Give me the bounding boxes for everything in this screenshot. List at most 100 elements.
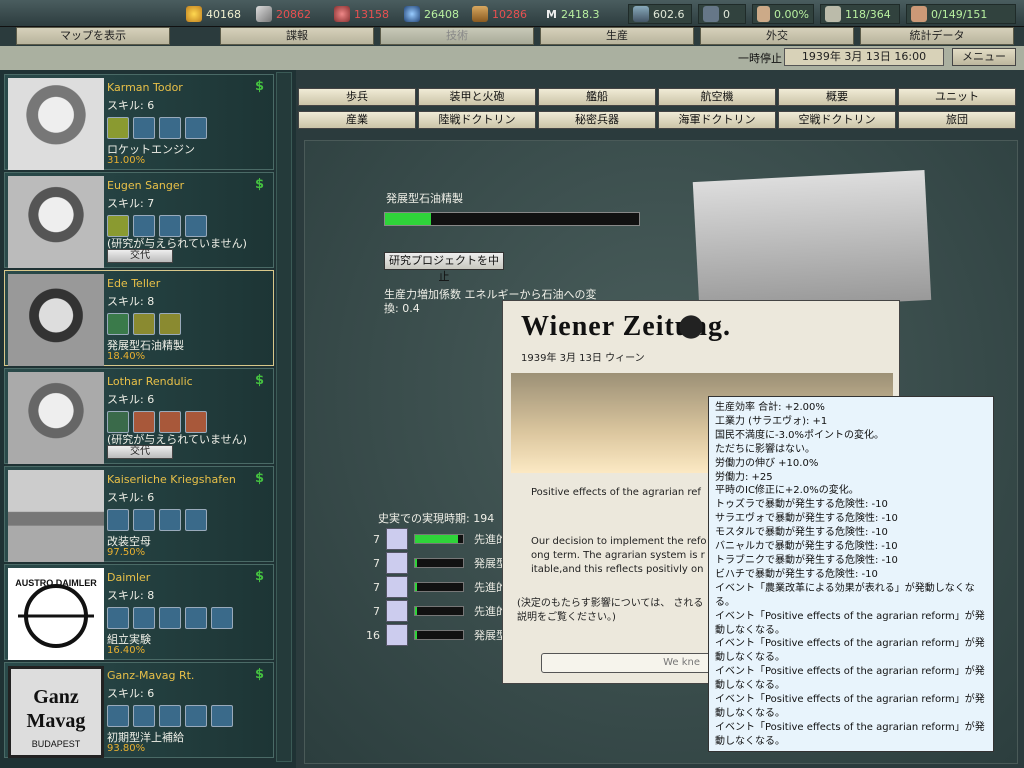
category-naval[interactable]: 艦船 xyxy=(538,88,656,106)
transports-display[interactable]: 0 xyxy=(698,4,746,24)
tab-statistics[interactable]: 統計データ xyxy=(860,27,1014,45)
research-progress-bar xyxy=(384,212,640,226)
logo-text: Ganz xyxy=(33,686,79,708)
tooltip-line: ビハチで暴動が発生する危険性: -10 xyxy=(715,568,878,580)
scientist-card-karman-todor[interactable]: Karman Todor $ スキル: 6 ロケットエンジン 31.00% xyxy=(4,74,274,170)
dollar-icon: $ xyxy=(255,569,265,584)
logo-text: Mavag xyxy=(27,710,86,732)
gears-icon xyxy=(159,509,181,531)
resource-money[interactable]: M 2418.3 xyxy=(546,5,599,23)
resource-rare-materials[interactable]: 13158 xyxy=(334,5,389,23)
tab-map[interactable]: マップを表示 xyxy=(16,27,170,45)
manpower-display[interactable]: 602.6 xyxy=(628,4,692,24)
scientist-portrait xyxy=(8,274,104,366)
prerequisite-row[interactable]: 7 発展型 xyxy=(366,552,507,574)
tooltip-line: ただちに影響はない。 xyxy=(715,443,815,455)
scientist-portrait xyxy=(8,176,104,268)
swap-button[interactable]: 交代 xyxy=(107,249,173,263)
prerequisite-progress-bar xyxy=(414,534,464,544)
tooltip-line: 工業力 (サラエヴォ): +1 xyxy=(715,415,828,427)
tooltip-line: イベント「農業改革による効果が表れる」が発動しなくなる。 xyxy=(715,582,975,608)
tooltip-line: イベント「Positive effects of the agrarian re… xyxy=(715,721,985,747)
flask-icon xyxy=(386,552,408,574)
category-secret-weapons[interactable]: 秘密兵器 xyxy=(538,111,656,129)
category-units[interactable]: ユニット xyxy=(898,88,1016,106)
prerequisite-progress-bar xyxy=(414,582,464,592)
supply-crate-icon xyxy=(472,6,488,22)
scientist-card-eugen-sanger[interactable]: Eugen Sanger $ スキル: 7 (研究が与えられていません) 交代 xyxy=(4,172,274,268)
soldiers-icon xyxy=(633,6,649,22)
tooltip-line: イベント「Positive effects of the agrarian re… xyxy=(715,638,985,664)
pause-label[interactable]: 一時停止 xyxy=(702,50,782,65)
star-icon xyxy=(185,705,207,727)
flask-icon xyxy=(386,600,408,622)
dollar-icon: $ xyxy=(255,373,265,388)
logo-text: AUSTRO DAIMLER xyxy=(15,578,97,588)
resource-oil[interactable]: 26408 xyxy=(404,5,459,23)
command-icon xyxy=(185,411,207,433)
wrench-icon xyxy=(107,607,129,629)
tooltip-line: トラブニクで暴動が発生する危険性: -10 xyxy=(715,554,898,566)
resource-metal[interactable]: 20862 xyxy=(256,5,311,23)
tab-diplomacy[interactable]: 外交 xyxy=(700,27,854,45)
prerequisite-row[interactable]: 7 先進的 xyxy=(366,528,507,550)
tab-production[interactable]: 生産 xyxy=(540,27,694,45)
category-air-doctrine[interactable]: 空戦ドクトリン xyxy=(778,111,896,129)
category-naval-doctrine[interactable]: 海軍ドクトリン xyxy=(658,111,776,129)
scientist-list-scrollbar[interactable] xyxy=(276,72,292,762)
category-armor-artillery[interactable]: 装甲と火砲 xyxy=(418,88,536,106)
category-infantry[interactable]: 歩兵 xyxy=(298,88,416,106)
historical-date-label: 史実での実現時期: 194 xyxy=(378,512,495,525)
tab-intelligence[interactable]: 諜報 xyxy=(220,27,374,45)
prerequisite-progress-bar xyxy=(414,558,464,568)
resource-energy[interactable]: 40168 xyxy=(186,5,241,23)
tab-technology[interactable]: 技術 xyxy=(380,27,534,45)
event-ok-button[interactable]: We kne xyxy=(541,653,711,673)
flask-icon xyxy=(386,576,408,598)
jet-icon xyxy=(133,215,155,237)
prerequisite-progress-bar xyxy=(414,630,464,640)
scientist-card-lothar-rendulic[interactable]: Lothar Rendulic $ スキル: 6 (研究が与えられていません) … xyxy=(4,368,274,464)
category-aircraft[interactable]: 航空機 xyxy=(658,88,776,106)
category-brigades[interactable]: 旅団 xyxy=(898,111,1016,129)
rocket-icon xyxy=(107,215,129,237)
tooltip-line: 労働力: +25 xyxy=(715,471,773,483)
lightbulb-icon xyxy=(133,705,155,727)
scientist-card-daimler[interactable]: AUSTRO DAIMLER Daimler $ スキル: 8 組立実験 16.… xyxy=(4,564,274,660)
ganz-mavag-logo: Ganz Mavag BUDAPEST xyxy=(8,666,104,758)
tooltip-line: イベント「Positive effects of the agrarian re… xyxy=(715,694,985,719)
document-gear-icon xyxy=(159,705,181,727)
dissent-display[interactable]: 0.00% xyxy=(752,4,814,24)
resource-supplies[interactable]: 10286 xyxy=(472,5,527,23)
tooltip-line: イベント「Positive effects of the agrarian re… xyxy=(715,610,985,636)
cancel-research-button[interactable]: 研究プロジェクトを中止 xyxy=(384,252,504,283)
airplane-icon xyxy=(185,117,207,139)
nukes-display[interactable]: 0/149/151 xyxy=(906,4,1016,24)
eagle-emblem-icon xyxy=(671,307,711,347)
scientist-card-kaiserliche-kriegshafen[interactable]: Kaiserliche Kriegshafen $ スキル: 6 改装空母 97… xyxy=(4,466,274,562)
scientist-card-ganz-mavag[interactable]: Ganz Mavag BUDAPEST Ganz-Mavag Rt. $ スキル: … xyxy=(4,662,274,758)
jet-icon xyxy=(133,117,155,139)
blueprint-image xyxy=(692,170,932,312)
prerequisite-row[interactable]: 7 先進的 xyxy=(366,576,507,598)
scientist-card-ede-teller[interactable]: Ede Teller スキル: 8 発展型石油精製 18.40% xyxy=(4,270,274,366)
swap-button[interactable]: 交代 xyxy=(107,445,173,459)
category-industry[interactable]: 産業 xyxy=(298,111,416,129)
scientist-portrait xyxy=(8,372,104,464)
ship-icon xyxy=(825,6,841,22)
tooltip-line: バニャルカで暴動が発生する危険性: -10 xyxy=(715,541,898,553)
tooltip-line: モスタルで暴動が発生する危険性: -10 xyxy=(715,527,888,539)
category-overview[interactable]: 概要 xyxy=(778,88,896,106)
prerequisite-row[interactable]: 16 発展型 xyxy=(366,624,507,646)
prerequisite-progress-bar xyxy=(414,606,464,616)
organization-image xyxy=(8,470,104,562)
aircraft-icon xyxy=(159,117,181,139)
atom-icon xyxy=(133,313,155,335)
convoys-display[interactable]: 118/364 xyxy=(820,4,900,24)
prerequisite-row[interactable]: 7 先進的 xyxy=(366,600,507,622)
category-land-doctrine[interactable]: 陸戦ドクトリン xyxy=(418,111,536,129)
money-icon: M xyxy=(546,7,557,21)
event-effects-tooltip: 生産効率 合計: +2.00% 工業力 (サラエヴォ): +1 国民不満度に-3.0… xyxy=(708,396,994,752)
tactics-icon xyxy=(133,411,155,433)
menu-button[interactable]: メニュー xyxy=(952,48,1016,66)
